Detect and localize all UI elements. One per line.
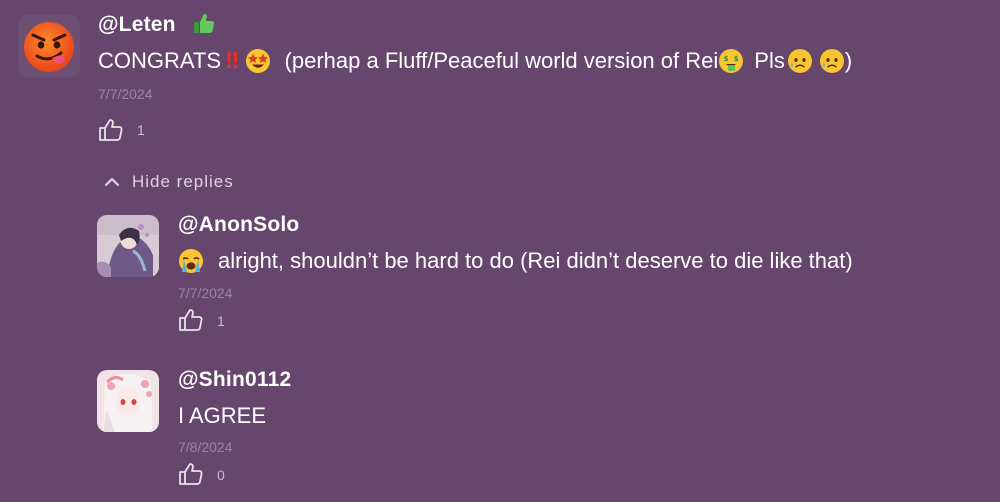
like-button[interactable] (178, 308, 204, 332)
avatar-illustration-icon (97, 370, 159, 432)
avatar-leten[interactable] (18, 15, 80, 77)
thumbs-up-outline-icon (179, 309, 203, 331)
comment-text-part: CONGRATS (98, 48, 222, 73)
reply-date: 7/8/2024 (178, 439, 233, 455)
thumbs-up-outline-icon (179, 463, 203, 485)
sad-sweat-emoji-icon (819, 49, 844, 73)
reply-text-content: I AGREE (178, 403, 267, 428)
reply-date: 7/7/2024 (178, 285, 233, 301)
like-count: 1 (137, 122, 145, 138)
username-text[interactable]: @Leten (98, 13, 176, 36)
like-count: 0 (217, 467, 225, 483)
svg-text:$: $ (734, 55, 739, 63)
double-exclamation-icon: ‼ (225, 47, 239, 74)
reply-text-content: alright, shouldn’t be hard to do (Rei di… (218, 248, 853, 273)
reply-text: alright, shouldn’t be hard to do (Rei di… (178, 248, 853, 274)
avatar-shin0112[interactable] (97, 370, 159, 432)
comment-date: 7/7/2024 (98, 86, 153, 102)
comment-text-part: Pls (754, 48, 785, 73)
loudly-crying-emoji-icon (179, 249, 203, 273)
comment-text-part: (perhap a Fluff/Peaceful world version o… (284, 48, 719, 73)
reply-text: I AGREE (178, 403, 266, 429)
comment-username[interactable]: @Leten (98, 13, 216, 37)
reply-username[interactable]: @AnonSolo (178, 213, 299, 237)
devil-tongue-emoji-icon (24, 22, 74, 72)
star-struck-emoji-icon (245, 49, 270, 73)
avatar-anonsolo[interactable] (97, 215, 159, 277)
thumbs-up-outline-icon (99, 119, 123, 141)
like-button[interactable] (98, 118, 124, 142)
comment-thread: @Leten CONGRATS ‼ (perhap a Fluff/Peacef… (0, 0, 1000, 502)
hide-replies-button[interactable]: Hide replies (104, 172, 234, 192)
chevron-up-icon (104, 177, 120, 187)
reply-username[interactable]: @Shin0112 (178, 368, 291, 392)
hide-replies-label: Hide replies (132, 172, 234, 191)
thumbs-up-emoji-icon (193, 14, 214, 34)
svg-text:$: $ (724, 55, 729, 63)
like-button[interactable] (178, 462, 204, 486)
sad-sweat-emoji-icon (787, 49, 812, 73)
like-count: 1 (217, 313, 225, 329)
money-mouth-emoji-icon: $ $ (719, 49, 744, 73)
comment-text: CONGRATS ‼ (perhap a Fluff/Peaceful worl… (98, 47, 852, 75)
avatar-illustration-icon (97, 215, 159, 277)
comment-text-part: ) (844, 48, 853, 73)
